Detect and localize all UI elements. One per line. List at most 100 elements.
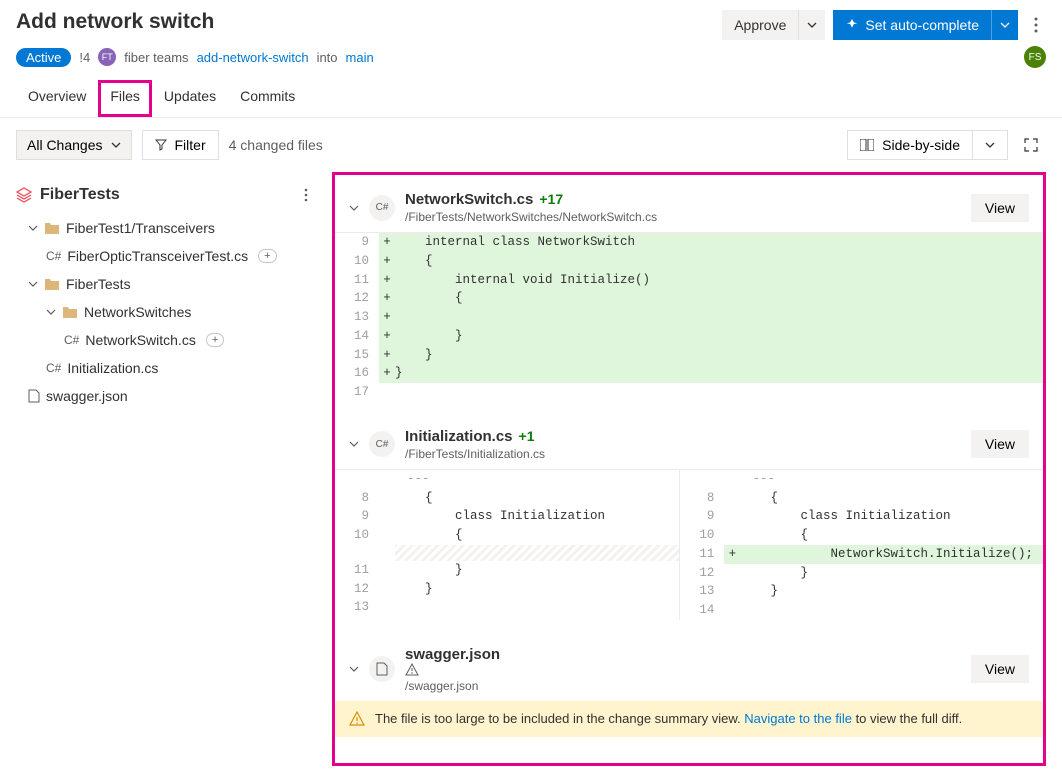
changed-files-count: 4 changed files xyxy=(229,137,323,153)
folder-icon xyxy=(44,221,60,235)
approve-button[interactable]: Approve xyxy=(722,10,799,40)
autocomplete-chevron[interactable] xyxy=(992,10,1018,40)
file-type-icon xyxy=(369,656,395,682)
line-number: 14 xyxy=(680,601,724,620)
approve-label: Approve xyxy=(734,17,786,33)
diff-sign: + xyxy=(379,346,395,365)
diff-sign xyxy=(379,507,395,526)
navigate-file-link[interactable]: Navigate to the file xyxy=(744,711,852,726)
view-file-button[interactable]: View xyxy=(971,194,1029,222)
view-file-button[interactable]: View xyxy=(971,655,1029,683)
code-line: } xyxy=(395,327,1043,346)
tree-item[interactable]: swagger.json xyxy=(16,382,316,410)
line-number: 9 xyxy=(335,507,379,526)
diff-sign: + xyxy=(379,327,395,346)
view-file-button[interactable]: View xyxy=(971,430,1029,458)
diff-sign: + xyxy=(379,252,395,271)
line-number: 12 xyxy=(680,564,724,583)
approve-chevron[interactable] xyxy=(799,10,825,40)
file-path: /FiberTests/Initialization.cs xyxy=(405,447,545,461)
line-number: 8 xyxy=(335,489,379,508)
line-number: 9 xyxy=(335,233,379,252)
page-title: Add network switch xyxy=(16,10,214,34)
tab-updates[interactable]: Updates xyxy=(152,80,228,117)
line-number: 17 xyxy=(335,383,379,402)
code-line: internal class NetworkSwitch xyxy=(395,233,1043,252)
tab-files[interactable]: Files xyxy=(98,80,152,117)
view-mode-chevron[interactable] xyxy=(973,131,1007,159)
tab-overview[interactable]: Overview xyxy=(16,80,98,117)
autocomplete-split-button[interactable]: Set auto-complete xyxy=(833,10,1018,40)
code-line: } xyxy=(740,582,1043,601)
tree-item[interactable]: C#NetworkSwitch.cs+ xyxy=(16,326,316,354)
approve-split-button[interactable]: Approve xyxy=(722,10,825,40)
file-path: /swagger.json xyxy=(405,679,506,693)
chevron-down-icon xyxy=(28,279,38,289)
chevron-down-icon[interactable] xyxy=(349,439,359,449)
diff-sign xyxy=(724,526,740,545)
tree-more-button[interactable] xyxy=(296,182,316,208)
view-mode-dropdown[interactable]: Side-by-side xyxy=(847,130,1008,160)
all-changes-dropdown[interactable]: All Changes xyxy=(16,130,132,160)
tree-item-label: FiberTest1/Transceivers xyxy=(66,220,215,236)
repo-name: FiberTests xyxy=(40,186,120,204)
diff-sign xyxy=(379,561,395,580)
diff-sign: + xyxy=(379,271,395,290)
user-avatar[interactable]: FS xyxy=(1024,46,1046,68)
line-number: 8 xyxy=(680,489,724,508)
autocomplete-label: Set auto-complete xyxy=(865,17,979,33)
tree-item[interactable]: FiberTests xyxy=(16,270,316,298)
fullscreen-button[interactable] xyxy=(1016,132,1046,158)
diff-area: C#NetworkSwitch.cs+17/FiberTests/Network… xyxy=(332,172,1046,766)
diff-sign xyxy=(724,489,740,508)
tab-commits[interactable]: Commits xyxy=(228,80,307,117)
diff-sign xyxy=(724,601,740,620)
tree-item[interactable]: C#Initialization.cs xyxy=(16,354,316,382)
code-line: } xyxy=(395,364,1043,383)
diff-sign xyxy=(379,383,395,402)
line-number: 12 xyxy=(335,289,379,308)
file-name: NetworkSwitch.cs xyxy=(405,191,533,208)
tree-item[interactable]: NetworkSwitches xyxy=(16,298,316,326)
code-line: } xyxy=(395,580,679,599)
diff-sign xyxy=(379,489,395,508)
file-type-icon: C# xyxy=(369,431,395,457)
chevron-down-icon[interactable] xyxy=(349,203,359,213)
side-by-side-button[interactable]: Side-by-side xyxy=(848,131,973,159)
filter-button[interactable]: Filter xyxy=(142,130,219,160)
line-number: 11 xyxy=(335,561,379,580)
more-actions-button[interactable] xyxy=(1026,11,1046,39)
file-name: Initialization.cs xyxy=(405,428,513,445)
line-number: 15 xyxy=(335,346,379,365)
line-number: 13 xyxy=(335,598,379,617)
diff-sign: + xyxy=(379,308,395,327)
code-line xyxy=(395,598,679,617)
code-line xyxy=(395,308,1043,327)
set-autocomplete-button[interactable]: Set auto-complete xyxy=(833,10,992,40)
repo-icon xyxy=(16,187,32,203)
chevron-down-icon xyxy=(46,307,56,317)
folder-icon xyxy=(44,277,60,291)
status-badge: Active xyxy=(16,48,71,67)
line-number: 10 xyxy=(335,252,379,271)
all-changes-label: All Changes xyxy=(27,137,103,153)
code-line: { xyxy=(395,489,679,508)
diff-sign xyxy=(379,580,395,599)
source-branch-link[interactable]: add-network-switch xyxy=(197,50,309,65)
code-line: NetworkSwitch.Initialize(); xyxy=(740,545,1043,564)
line-number: 10 xyxy=(680,526,724,545)
tree-item[interactable]: C#FiberOpticTransceiverTest.cs+ xyxy=(16,242,316,270)
diff-sign xyxy=(379,526,395,545)
filter-label: Filter xyxy=(175,137,206,153)
code-line: } xyxy=(740,564,1043,583)
chevron-down-icon[interactable] xyxy=(349,664,359,674)
chevron-down-icon xyxy=(111,140,121,150)
target-branch-link[interactable]: main xyxy=(346,50,374,65)
file-icon xyxy=(28,389,40,403)
tree-item-label: FiberOpticTransceiverTest.cs xyxy=(67,248,248,264)
side-by-side-icon xyxy=(860,139,874,151)
banner-text: The file is too large to be included in … xyxy=(375,711,962,726)
tree-item-label: NetworkSwitches xyxy=(84,304,191,320)
tree-item[interactable]: FiberTest1/Transceivers xyxy=(16,214,316,242)
avatar: FT xyxy=(98,48,116,66)
